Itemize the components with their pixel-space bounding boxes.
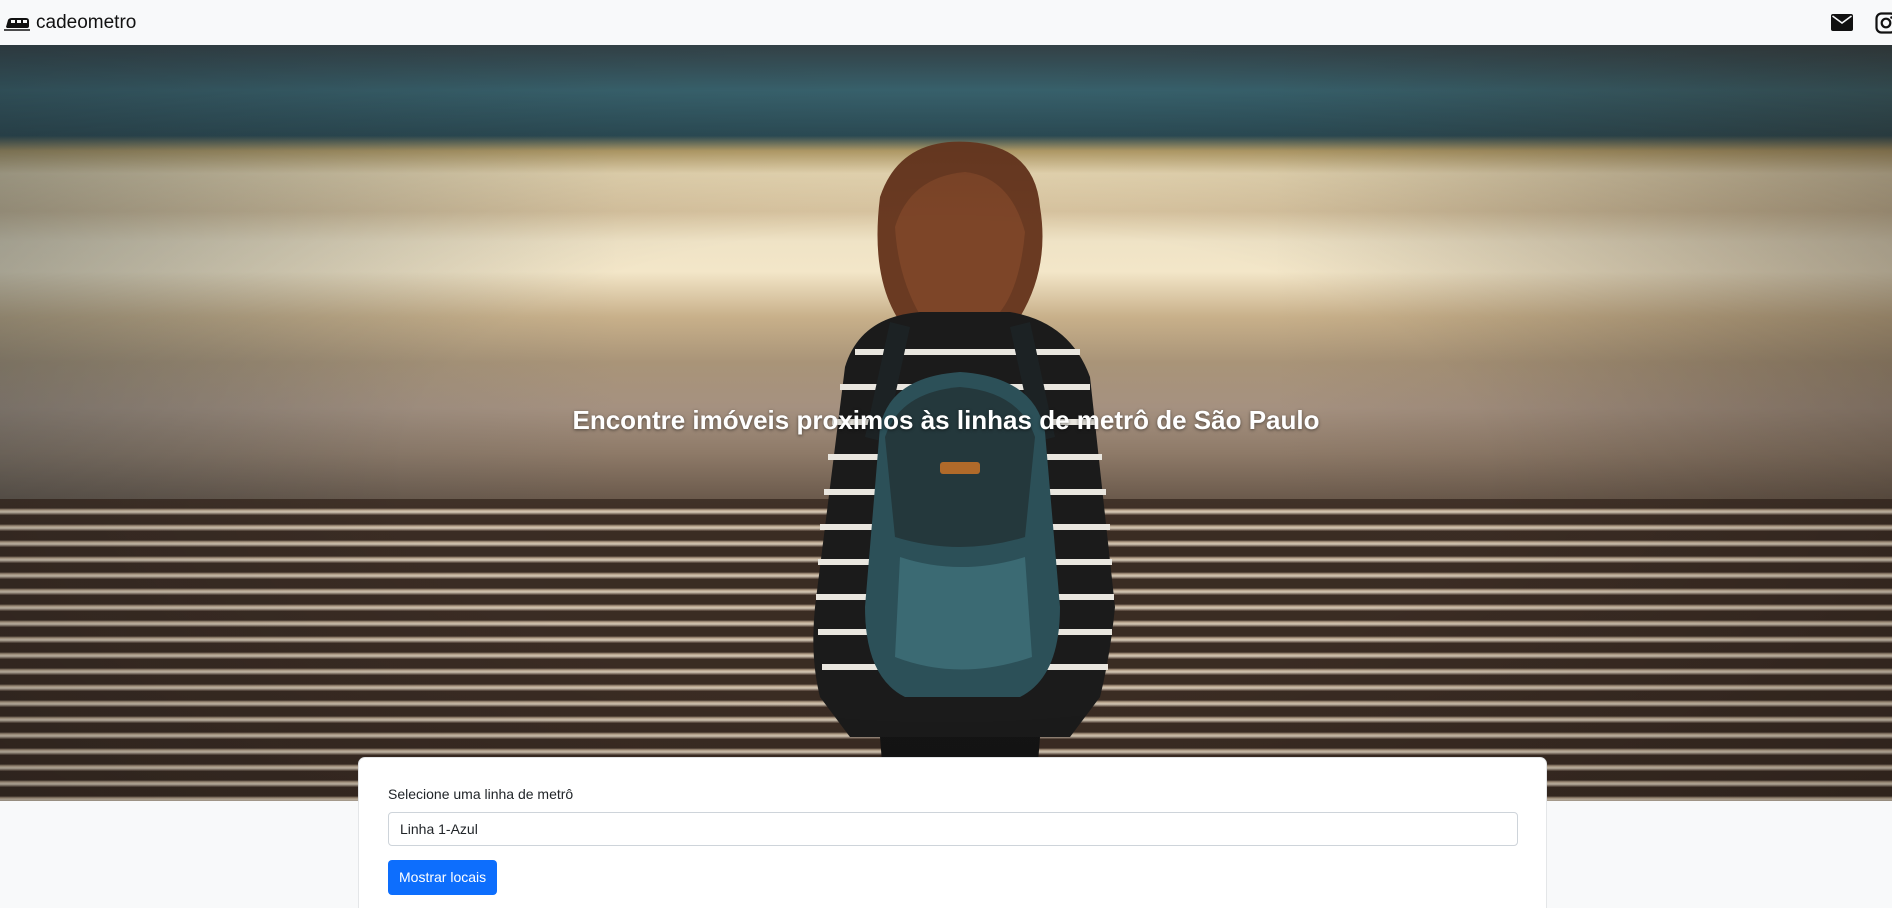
show-places-button[interactable]: Mostrar locais [388,860,498,895]
brand-name: cadeometro [36,11,137,33]
social-links [1830,11,1892,35]
metro-line-selected-value: Linha 1-Azul [400,821,478,837]
hero-banner: Encontre imóveis proximos às linhas de m… [0,45,1892,801]
hero-title: Encontre imóveis proximos às linhas de m… [572,405,1320,435]
brand-link[interactable]: cadeometro [4,12,136,34]
navbar: cadeometro [0,0,1892,45]
metro-line-label: Selecione uma linha de metrô [388,786,574,802]
instagram-icon[interactable] [1874,11,1892,35]
envelope-icon[interactable] [1830,11,1854,35]
train-logo-icon [4,15,30,31]
search-card: Selecione uma linha de metrô Linha 1-Azu… [358,757,1547,908]
metro-line-select[interactable]: Linha 1-Azul [388,812,1518,846]
